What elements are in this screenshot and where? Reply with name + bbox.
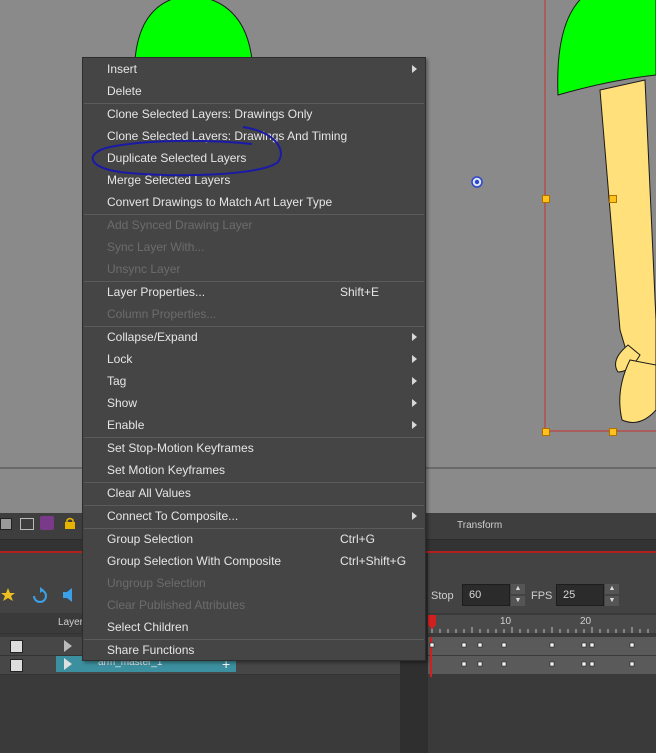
- layer-context-menu: Insert Delete Clone Selected Layers: Dra…: [82, 57, 426, 661]
- transform-handle[interactable]: [542, 195, 550, 203]
- ruler-label-20: 20: [580, 616, 592, 627]
- fps-label: FPS: [531, 590, 553, 602]
- menu-item-collapse-expand[interactable]: Collapse/Expand: [107, 327, 198, 347]
- shortcut-group-with-composite: Ctrl+Shift+G: [340, 554, 407, 568]
- stop-frame-input[interactable]: 60: [462, 584, 510, 606]
- menu-item-column-properties: Column Properties...: [107, 307, 217, 321]
- expand-arrow-icon[interactable]: [64, 658, 72, 670]
- expand-arrow-icon[interactable]: [64, 640, 72, 652]
- ruler-label-10: 10: [500, 616, 512, 627]
- layer-checkbox[interactable]: [10, 659, 23, 672]
- shortcut-group-selection: Ctrl+G: [340, 532, 376, 546]
- menu-item-group-selection[interactable]: Group Selection: [107, 529, 193, 549]
- menu-item-lock[interactable]: Lock: [107, 349, 132, 369]
- menu-item-share-functions[interactable]: Share Functions: [107, 640, 194, 660]
- menu-item-add-synced-drawing-layer: Add Synced Drawing Layer: [107, 218, 253, 232]
- menu-item-group-selection-with-composite[interactable]: Group Selection With Composite: [107, 551, 281, 571]
- sound-icon[interactable]: [62, 587, 78, 603]
- frame-grid[interactable]: [428, 637, 656, 677]
- menu-item-clone-drawings-only[interactable]: Clone Selected Layers: Drawings Only: [107, 104, 312, 124]
- stop-label: Stop: [431, 590, 454, 602]
- add-drawing-icon[interactable]: [0, 587, 16, 603]
- menu-item-show[interactable]: Show: [107, 393, 137, 413]
- menu-item-insert[interactable]: Insert: [107, 59, 137, 79]
- grid-icon[interactable]: [0, 518, 12, 530]
- lock-icon[interactable]: [64, 517, 76, 529]
- menu-item-unsync-layer: Unsync Layer: [107, 262, 181, 276]
- submenu-arrow-icon: [412, 512, 417, 520]
- submenu-arrow-icon: [412, 65, 417, 73]
- transform-handle[interactable]: [609, 195, 617, 203]
- camera-icon[interactable]: [20, 518, 34, 530]
- transform-handle[interactable]: [542, 428, 550, 436]
- transform-panel-label: Transform: [457, 520, 503, 531]
- menu-item-connect-to-composite[interactable]: Connect To Composite...: [107, 506, 238, 526]
- submenu-arrow-icon: [412, 333, 417, 341]
- menu-item-convert-drawings[interactable]: Convert Drawings to Match Art Layer Type: [107, 192, 332, 212]
- layer-checkbox[interactable]: [10, 640, 23, 653]
- submenu-arrow-icon: [412, 355, 417, 363]
- frame-ruler[interactable]: 10 20: [428, 615, 656, 633]
- menu-item-set-motion-keyframes[interactable]: Set Motion Keyframes: [107, 460, 225, 480]
- menu-item-sync-layer-with: Sync Layer With...: [107, 240, 205, 254]
- menu-item-merge-selected-layers[interactable]: Merge Selected Layers: [107, 170, 230, 190]
- menu-item-duplicate-selected-layers[interactable]: Duplicate Selected Layers: [107, 148, 246, 168]
- menu-item-enable[interactable]: Enable: [107, 415, 144, 435]
- menu-item-delete[interactable]: Delete: [107, 81, 142, 101]
- menu-item-tag[interactable]: Tag: [107, 371, 126, 391]
- menu-item-ungroup-selection: Ungroup Selection: [107, 576, 206, 590]
- submenu-arrow-icon: [412, 421, 417, 429]
- menu-item-select-children[interactable]: Select Children: [107, 617, 188, 637]
- ruler-ticks: [428, 615, 649, 633]
- stop-frame-stepper[interactable]: ▲ ▼: [511, 584, 525, 606]
- layers-header-label: Layer: [58, 617, 84, 628]
- fps-input[interactable]: 25: [556, 584, 604, 606]
- loop-icon[interactable]: [31, 587, 47, 603]
- keyframe-marks: [429, 637, 635, 677]
- submenu-arrow-icon: [412, 399, 417, 407]
- fps-stepper[interactable]: ▲ ▼: [605, 584, 619, 606]
- onion-skin-icon[interactable]: [40, 516, 54, 530]
- transform-handle[interactable]: [609, 428, 617, 436]
- menu-item-clear-all-values[interactable]: Clear All Values: [107, 483, 191, 503]
- menu-item-set-stop-motion-keyframes[interactable]: Set Stop-Motion Keyframes: [107, 438, 254, 458]
- menu-item-clear-published-attributes: Clear Published Attributes: [107, 598, 246, 612]
- submenu-arrow-icon: [412, 377, 417, 385]
- menu-item-layer-properties[interactable]: Layer Properties...: [107, 282, 205, 302]
- menu-item-clone-drawings-and-timing[interactable]: Clone Selected Layers: Drawings And Timi…: [107, 126, 347, 146]
- shortcut-layer-properties: Shift+E: [340, 285, 380, 299]
